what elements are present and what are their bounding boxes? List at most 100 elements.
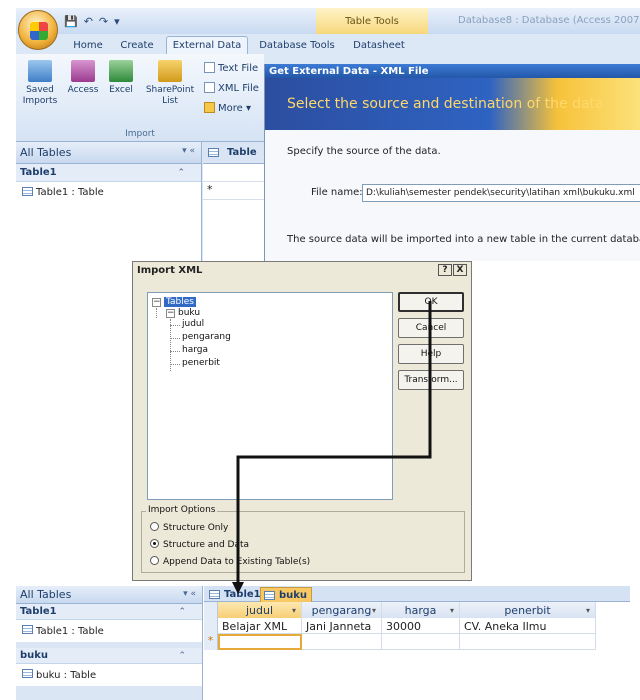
tree-node-pengarang[interactable]: pengarang [182,332,231,342]
tree-node-judul[interactable]: judul [182,319,204,329]
new-cell-judul[interactable] [218,634,302,650]
document-tabs: Table1 buku [204,586,630,602]
file-name-input[interactable]: D:\kuliah\semester pendek\security\latih… [362,184,640,202]
nav-header-label: All Tables [20,146,72,159]
nav-header-controls-icon[interactable]: ▾ « [182,146,195,156]
tree-line [170,364,180,365]
option-append-data[interactable]: Append Data to Existing Table(s) [150,556,310,567]
collapse-tables-icon[interactable]: − [152,298,161,307]
access-icon [71,60,95,82]
dropdown-icon[interactable]: ▾ [372,606,376,615]
nav-group-buku[interactable]: buku ⌃ [16,648,202,664]
cell-harga[interactable]: 30000 [382,618,460,634]
table-icon [208,148,219,157]
excel-import-button[interactable]: Excel [104,60,138,96]
xml-file-button[interactable]: XML File [204,82,259,94]
column-header-pengarang[interactable]: pengarang ▾ [302,602,382,618]
cell-penerbit[interactable]: CV. Aneka Ilmu [460,618,596,634]
access-window-bottom: All Tables ▾ « Table1 ⌃ Table1 : Table b… [16,586,630,700]
help-button[interactable]: Help [398,344,464,364]
new-cell-penerbit[interactable] [460,634,596,650]
more-button[interactable]: More ▾ [204,102,251,114]
column-header-judul[interactable]: judul ▾ [218,602,302,618]
save-icon[interactable]: 💾 [64,15,78,28]
collapse-icon[interactable]: ⌃ [177,168,185,178]
get-external-data-dialog: Get External Data - XML File Select the … [264,64,640,261]
nav-group-table1[interactable]: Table1 ⌃ [16,164,201,182]
text-file-button[interactable]: Text File [204,62,258,74]
option-label: Structure Only [163,523,229,533]
tree-node-buku[interactable]: buku [178,308,200,318]
cell-pengarang[interactable]: Jani Janneta [302,618,382,634]
nav-header-controls-icon[interactable]: ▾ « [183,589,196,599]
tab-buku[interactable]: buku [260,587,312,602]
new-record-icon[interactable]: * [204,634,218,650]
dropdown-icon[interactable]: ▾ [586,606,590,615]
tab-create[interactable]: Create [114,36,160,54]
column-header-penerbit[interactable]: penerbit ▾ [460,602,596,618]
undo-icon[interactable]: ↶ [84,15,93,28]
nav-header[interactable]: All Tables ▾ « [16,586,202,604]
doc-tab-table[interactable]: Table [203,142,265,164]
dropdown-icon[interactable]: ▾ [450,606,454,615]
office-button[interactable] [18,10,58,50]
redo-icon[interactable]: ↷ [99,15,108,28]
collapse-icon[interactable]: ⌃ [178,651,186,661]
collapse-buku-icon[interactable]: − [166,309,175,318]
nav-group-label: buku [20,650,49,661]
sharepoint-icon [158,60,182,82]
sharepoint-list-button[interactable]: SharePoint List [142,60,198,107]
access-import-button[interactable]: Access [66,60,100,96]
tab-table1[interactable]: Table1 [206,587,261,602]
ok-button[interactable]: OK [398,292,464,312]
tree-node-tables[interactable]: Tables [164,297,196,307]
xml-file-label: XML File [218,83,259,94]
tree-node-penerbit[interactable]: penerbit [182,358,220,368]
option-structure-and-data[interactable]: Structure and Data [150,539,249,550]
new-cell-harga[interactable] [382,634,460,650]
nav-item-buku[interactable]: buku : Table [16,664,202,686]
close-title-button[interactable]: X [453,264,467,276]
document-area: Table1 buku judul ▾ pengarang ▾ harga ▾ pen… [204,586,630,700]
option-structure-only[interactable]: Structure Only [150,522,228,533]
title-bar: 💾 ↶ ↷ ▾ Table Tools Database8 : Database… [16,8,640,34]
customize-qat-icon[interactable]: ▾ [114,15,120,28]
option-label: Append Data to Existing Table(s) [163,557,311,567]
tab-external-data[interactable]: External Data [166,36,248,54]
nav-item-table1[interactable]: Table1 : Table [16,182,201,202]
column-header-row: judul ▾ pengarang ▾ harga ▾ penerbit ▾ [204,602,596,618]
column-label: harga [404,603,437,617]
new-record-row[interactable]: * [203,182,265,200]
xml-tree-view[interactable]: − Tables − buku judul pengarang harga pe… [147,292,393,500]
saved-imports-button[interactable]: Saved Imports [20,60,60,107]
radio-icon [150,556,159,565]
option-label: Structure and Data [163,540,250,550]
help-title-button[interactable]: ? [438,264,452,276]
collapse-icon[interactable]: ⌃ [178,607,186,617]
tree-node-harga[interactable]: harga [182,345,208,355]
cell-judul[interactable]: Belajar XML [218,618,302,634]
more-icon [204,102,215,113]
nav-header-label: All Tables [20,588,72,601]
record-selector[interactable] [204,618,218,634]
nav-header[interactable]: All Tables ▾ « [16,142,201,164]
access-import-label: Access [67,85,99,95]
dropdown-icon[interactable]: ▾ [292,606,296,615]
new-cell-pengarang[interactable] [302,634,382,650]
nav-item-table1[interactable]: Table1 : Table [16,620,202,642]
tab-datasheet[interactable]: Datasheet [344,36,414,54]
new-record-row: * [204,634,596,650]
transform-button[interactable]: Transform... [398,370,464,390]
table-icon [22,669,33,678]
column-header-harga[interactable]: harga ▾ [382,602,460,618]
tab-label: Table1 [224,589,261,600]
dialog-title: Get External Data - XML File [265,64,640,78]
cancel-button[interactable]: Cancel [398,318,464,338]
ribbon-tabs: Home Create External Data Database Tools… [16,34,640,54]
tab-home[interactable]: Home [66,36,110,54]
select-all-cell[interactable] [204,602,218,618]
datasheet-grid: judul ▾ pengarang ▾ harga ▾ penerbit ▾ Belaj… [204,602,596,650]
tab-database-tools[interactable]: Database Tools [254,36,340,54]
quick-access-toolbar: 💾 ↶ ↷ ▾ [64,13,120,29]
nav-group-table1[interactable]: Table1 ⌃ [16,604,202,620]
